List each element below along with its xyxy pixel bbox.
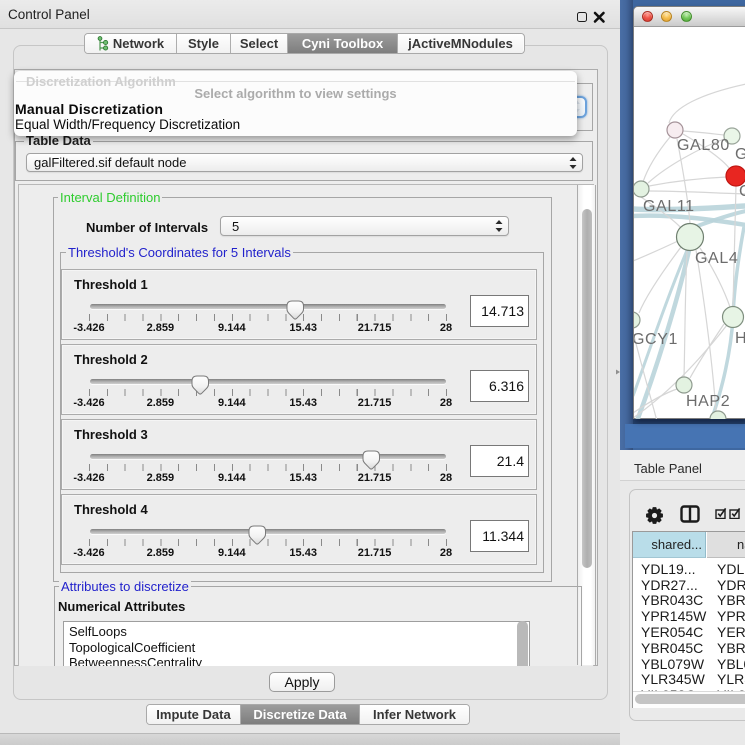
svg-text:GAL11: GAL11 [643,198,695,215]
svg-text:HA: HA [735,330,745,347]
svg-text:GCY1: GCY1 [634,331,678,348]
svg-text:HAP2: HAP2 [686,393,730,410]
svg-text:GAL4: GAL4 [695,250,738,267]
svg-text:CY: CY [739,183,745,200]
svg-text:GA: GA [735,146,745,163]
svg-text:GAL80: GAL80 [677,137,730,154]
